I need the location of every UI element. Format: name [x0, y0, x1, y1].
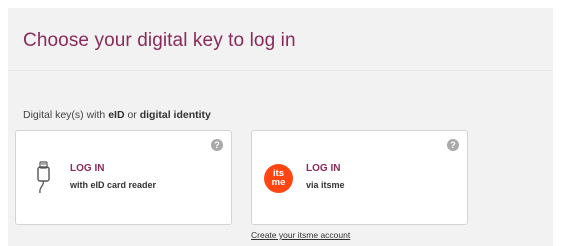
section-label-mid: or [124, 109, 140, 121]
section-label-digital-identity: digital identity [139, 109, 211, 121]
section-label-prefix: Digital key(s) with [23, 109, 109, 121]
itsme-logo-text-bottom: me [271, 177, 286, 188]
help-icon[interactable]: ? [447, 139, 459, 151]
itsme-logo: its me [264, 164, 293, 193]
itsme-login-sublabel: via itsme [306, 180, 345, 190]
itsme-login-label: LOG IN [306, 163, 341, 174]
section-label-eid: eID [108, 109, 125, 121]
page-title: Choose your digital key to log in [23, 30, 296, 51]
eid-login-card[interactable]: ? LOG IN with eID card reader [15, 130, 232, 225]
card-reader-icon [31, 159, 59, 199]
itsme-login-card[interactable]: ? its me LOG IN via itsme [251, 130, 468, 225]
section-label: Digital key(s) with eID or digital ident… [23, 109, 211, 121]
create-itsme-account-link[interactable]: Create your itsme account [251, 230, 350, 240]
eid-login-sublabel: with eID card reader [70, 180, 157, 190]
eid-login-label: LOG IN [70, 163, 105, 174]
title-divider [8, 70, 553, 71]
help-icon[interactable]: ? [211, 139, 223, 151]
